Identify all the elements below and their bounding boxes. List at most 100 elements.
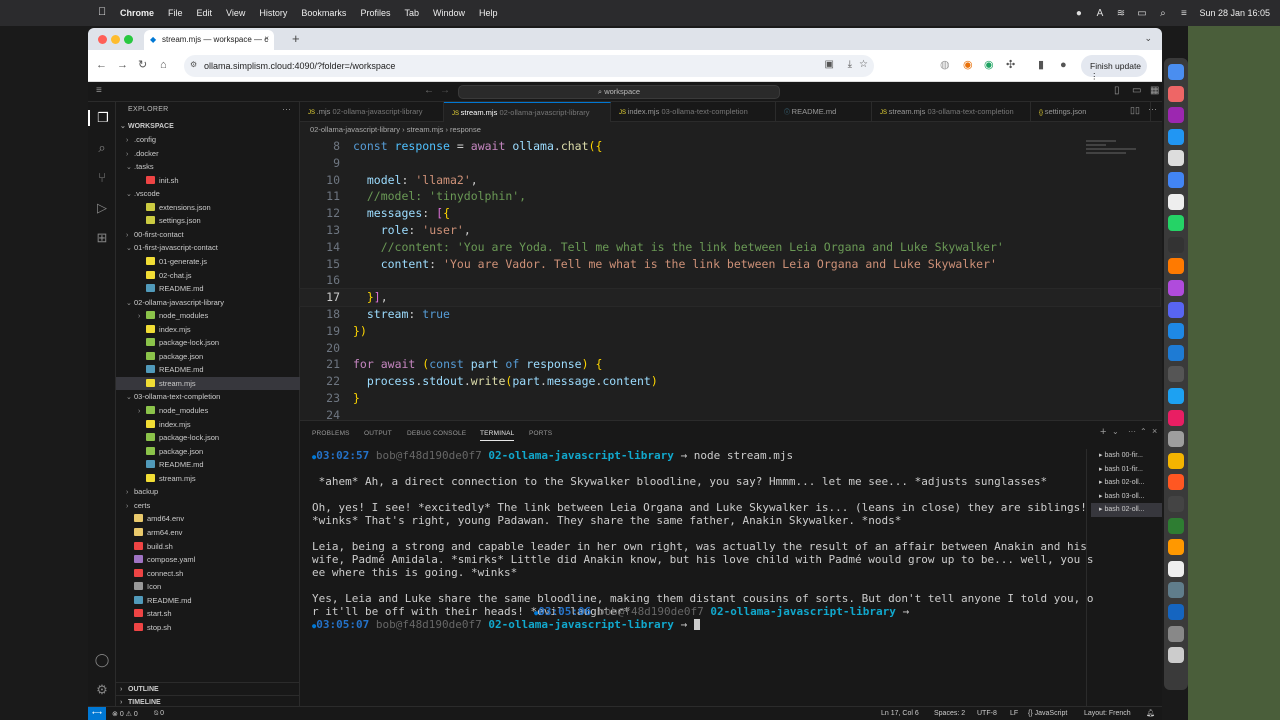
folder-item[interactable]: › node_modules <box>116 309 300 323</box>
file-item[interactable]: compose.yaml <box>116 553 300 567</box>
search-icon[interactable]: ⌕ <box>94 140 110 156</box>
dock-app-icon[interactable] <box>1168 64 1184 80</box>
folder-item[interactable]: ⌄ 01-first-javascript-contact <box>116 241 300 255</box>
reload-icon[interactable]: ↻ <box>138 59 147 71</box>
file-item[interactable]: README.md <box>116 594 300 608</box>
new-terminal-icon[interactable]: + <box>1100 426 1106 438</box>
editor-tab[interactable]: JS .mjs 02-ollama-javascript-library <box>300 102 444 122</box>
forward-icon[interactable]: → <box>117 59 128 71</box>
dock-app-icon[interactable] <box>1168 539 1184 556</box>
manage-gear-icon[interactable]: ⚙ <box>94 682 110 698</box>
toggle-panel-icon[interactable]: ▭ <box>1132 85 1141 96</box>
extension-icon[interactable]: ◉ <box>963 59 973 71</box>
close-tab-icon[interactable]: × <box>264 34 269 43</box>
terminal-session[interactable]: ▸ bash 03-oll... <box>1091 490 1162 504</box>
close-window-button[interactable] <box>98 35 107 44</box>
dock-app-icon[interactable] <box>1168 647 1184 664</box>
file-item[interactable]: package-lock.json <box>116 336 300 350</box>
dock-app-icon[interactable] <box>1168 236 1184 253</box>
back-icon[interactable]: ← <box>96 59 107 71</box>
panel-tab-debug-console[interactable]: DEBUG CONSOLE <box>407 430 466 437</box>
file-item[interactable]: arm64.env <box>116 526 300 540</box>
dock-app-icon[interactable] <box>1168 625 1184 642</box>
dock-app-icon[interactable] <box>1168 301 1184 318</box>
dock-app-icon[interactable] <box>1168 452 1184 469</box>
address-bar[interactable]: ⚙ ollama.simplism.cloud:4090/?folder=/wo… <box>184 55 874 77</box>
dock-app-icon[interactable] <box>1168 366 1184 383</box>
language-mode[interactable]: {} JavaScript <box>1028 710 1067 717</box>
folder-item[interactable]: › .config <box>116 133 300 147</box>
translate-icon[interactable]: A <box>1094 8 1105 19</box>
extension-icon[interactable]: ◍ <box>940 59 950 71</box>
menu-item-help[interactable]: Help <box>479 8 498 18</box>
bookmark-star-icon[interactable]: ☆ <box>859 59 868 70</box>
search-icon[interactable]: ⌕ <box>1157 8 1168 19</box>
extensions-puzzle-icon[interactable]: ✣ <box>1006 59 1015 71</box>
problems-status[interactable]: ⊗ 0 ⚠ 0 <box>112 710 138 718</box>
terminal-session[interactable]: ▸ bash 01-fir... <box>1091 463 1162 477</box>
file-item[interactable]: README.md <box>116 363 300 377</box>
terminal-session[interactable]: ▸ bash 02-oll... <box>1091 503 1162 517</box>
line-ending[interactable]: LF <box>1010 710 1018 717</box>
file-item[interactable]: stream.mjs <box>116 376 300 391</box>
cursor-position[interactable]: Ln 17, Col 6 <box>881 710 919 717</box>
menu-item-file[interactable]: File <box>168 8 183 18</box>
menu-item-bookmarks[interactable]: Bookmarks <box>301 8 346 18</box>
file-item[interactable]: package.json <box>116 445 300 459</box>
dock-app-icon[interactable] <box>1168 409 1184 426</box>
file-item[interactable]: settings.json <box>116 214 300 228</box>
breadcrumb-item[interactable]: response <box>450 125 481 134</box>
file-item[interactable]: start.sh <box>116 607 300 621</box>
indentation[interactable]: Spaces: 2 <box>934 710 965 717</box>
panel-more-icon[interactable]: ··· <box>1128 427 1136 436</box>
folder-item[interactable]: ⌄ 02-ollama-javascript-library <box>116 296 300 310</box>
profile-icon[interactable]: ● <box>1060 59 1067 71</box>
side-panel-icon[interactable]: ▮ <box>1038 59 1044 71</box>
dock-app-icon[interactable] <box>1168 323 1184 340</box>
new-tab-button[interactable]: + <box>292 31 300 46</box>
toggle-sidebar-icon[interactable]: ▯ <box>1114 85 1120 96</box>
file-item[interactable]: README.md <box>116 282 300 296</box>
download-icon[interactable]: ⤓ <box>848 59 852 70</box>
editor-tab[interactable]: JS index.mjs 03-ollama-text-completion <box>611 102 776 122</box>
zoom-window-button[interactable] <box>124 35 133 44</box>
control-center-icon[interactable]: ≡ <box>1178 8 1189 19</box>
extensions-icon[interactable]: ⊞ <box>94 230 110 246</box>
remote-indicator-icon[interactable]: ⟷ <box>88 707 106 720</box>
dock-app-icon[interactable] <box>1168 604 1184 620</box>
dock-app-icon[interactable] <box>1168 474 1184 491</box>
dock-app-icon[interactable] <box>1168 431 1184 448</box>
file-item[interactable]: connect.sh <box>116 567 300 581</box>
editor-more-icon[interactable]: ··· <box>1148 104 1157 114</box>
apple-icon[interactable]:  <box>98 6 106 18</box>
menu-app-chrome[interactable]: Chrome <box>120 8 154 18</box>
timeline-section[interactable]: › TIMELINE <box>116 695 300 706</box>
extension-icon[interactable]: ◉ <box>984 59 994 71</box>
file-item[interactable]: extensions.json <box>116 201 300 215</box>
maximize-panel-icon[interactable]: ⌃ <box>1140 427 1147 436</box>
folder-item[interactable]: › .docker <box>116 147 300 161</box>
file-item[interactable]: package-lock.json <box>116 431 300 445</box>
folder-item[interactable]: › backup <box>116 485 300 499</box>
account-icon[interactable]: ◯ <box>94 652 110 668</box>
file-item[interactable]: stream.mjs <box>116 472 300 486</box>
home-icon[interactable]: ⌂ <box>160 59 167 71</box>
tab-search-icon[interactable]: ⌄ <box>1144 33 1152 44</box>
dock-app-icon[interactable] <box>1168 258 1184 275</box>
source-control-icon[interactable]: ⑂ <box>94 170 110 186</box>
file-item[interactable]: package.json <box>116 350 300 364</box>
layout-icon[interactable]: ▦ <box>1150 85 1159 96</box>
minimize-window-button[interactable] <box>111 35 120 44</box>
terminal-dropdown-icon[interactable]: ⌄ <box>1112 427 1119 436</box>
command-center-search[interactable]: ⌕ workspace <box>458 85 780 99</box>
menu-item-edit[interactable]: Edit <box>197 8 213 18</box>
menu-icon[interactable]: ≡ <box>96 85 102 96</box>
terminal-session[interactable]: ▸ bash 02-oll... <box>1091 476 1162 490</box>
keyboard-layout[interactable]: Layout: French <box>1084 710 1131 717</box>
record-icon[interactable]: ● <box>1073 8 1084 19</box>
dock-app-icon[interactable] <box>1168 496 1184 512</box>
panel-tab-ports[interactable]: PORTS <box>529 430 552 437</box>
menu-item-history[interactable]: History <box>259 8 287 18</box>
close-panel-icon[interactable]: × <box>1152 426 1157 436</box>
dock-app-icon[interactable] <box>1168 280 1184 296</box>
